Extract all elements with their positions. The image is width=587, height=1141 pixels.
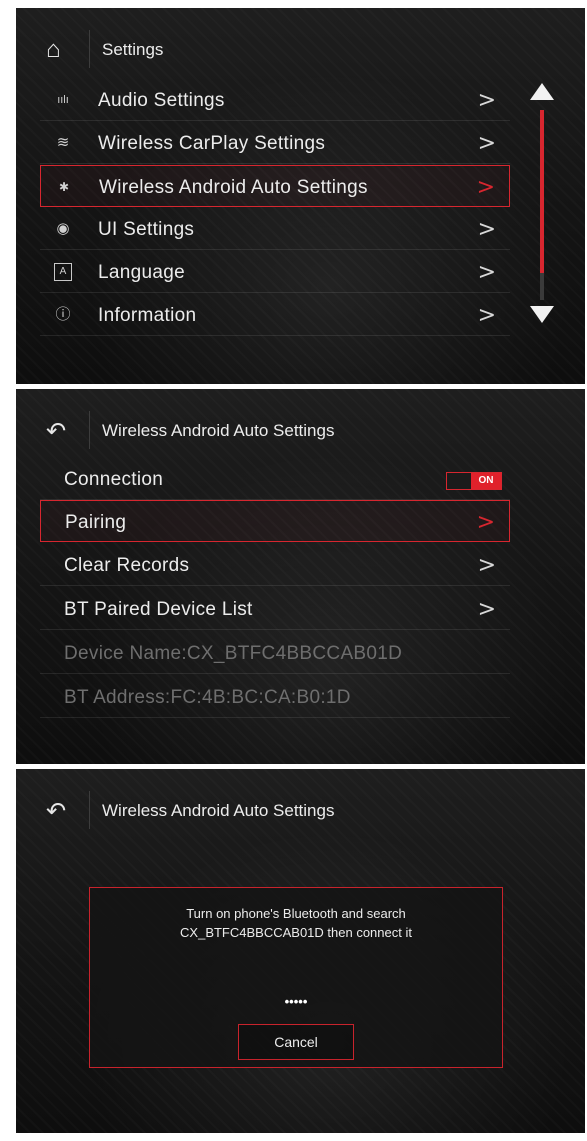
pairing-dialog-header: ↶ Wireless Android Auto Settings: [16, 769, 585, 839]
scrollbar[interactable]: [527, 78, 557, 328]
language-icon: A: [54, 263, 72, 281]
instruction-line-2: CX_BTFC4BBCCAB01D then connect it: [180, 925, 412, 940]
palette-icon: ◉: [56, 220, 70, 237]
bt-address-row: BT Address:FC:4B:BC:CA:B0:1D: [40, 676, 510, 718]
bt-address-value: BT Address:FC:4B:BC:CA:B0:1D: [64, 687, 351, 708]
connection-row: Connection ON: [40, 458, 510, 500]
connection-label: Connection: [64, 469, 164, 490]
chevron-right-icon: >: [476, 175, 495, 200]
header-divider: [89, 411, 90, 449]
pairing-label: Pairing: [65, 512, 127, 533]
device-name-row: Device Name:CX_BTFC4BBCCAB01D: [40, 632, 510, 674]
scroll-thumb[interactable]: [540, 110, 544, 273]
android-auto-settings-screen: ↶ Wireless Android Auto Settings Connect…: [16, 389, 585, 764]
settings-screen: ⌂ Settings ıılı Audio Settings > ≋ Wirel…: [16, 8, 585, 384]
bt-paired-device-list-row[interactable]: BT Paired Device List >: [40, 588, 510, 630]
chevron-right-icon: >: [477, 303, 496, 328]
android-auto-header: ↶ Wireless Android Auto Settings: [16, 389, 585, 459]
menu-item-language[interactable]: A Language >: [40, 251, 510, 293]
chevron-right-icon: >: [477, 88, 496, 113]
device-name-value: Device Name:CX_BTFC4BBCCAB01D: [64, 643, 403, 664]
menu-item-label: Information: [98, 305, 197, 326]
chevron-right-icon: >: [477, 260, 496, 285]
clear-records-row[interactable]: Clear Records >: [40, 544, 510, 586]
menu-item-label: Wireless Android Auto Settings: [99, 177, 368, 198]
pairing-row[interactable]: Pairing >: [40, 500, 510, 542]
pairing-dialog: Turn on phone's Bluetooth and search CX_…: [89, 887, 503, 1068]
instruction-line-1: Turn on phone's Bluetooth and search: [186, 906, 406, 921]
menu-item-ui-settings[interactable]: ◉ UI Settings >: [40, 208, 510, 250]
header-divider: [89, 791, 90, 829]
toggle-on-label: ON: [471, 473, 501, 489]
chevron-right-icon: >: [477, 597, 496, 622]
back-arrow-icon[interactable]: ↶: [46, 417, 76, 447]
audio-icon: ıılı: [57, 94, 69, 106]
menu-item-label: Wireless CarPlay Settings: [98, 133, 326, 154]
menu-item-label: UI Settings: [98, 219, 195, 240]
bt-paired-device-list-label: BT Paired Device List: [64, 599, 253, 620]
cancel-button[interactable]: Cancel: [238, 1024, 354, 1060]
menu-item-label: Audio Settings: [98, 90, 225, 111]
info-icon: ⓘ: [55, 306, 71, 323]
scroll-down-arrow-icon[interactable]: [530, 306, 554, 323]
menu-item-wireless-android-auto-settings[interactable]: ✱ Wireless Android Auto Settings >: [40, 165, 510, 207]
menu-item-label: Language: [98, 262, 185, 283]
header-divider: [89, 30, 90, 68]
back-arrow-icon[interactable]: ↶: [46, 797, 76, 827]
menu-item-information[interactable]: ⓘ Information >: [40, 294, 510, 336]
page-title: Wireless Android Auto Settings: [102, 421, 335, 440]
connection-toggle[interactable]: ON: [446, 472, 502, 490]
pairing-instructions: Turn on phone's Bluetooth and search CX_…: [100, 904, 492, 942]
menu-item-audio-settings[interactable]: ıılı Audio Settings >: [40, 79, 510, 121]
chevron-right-icon: >: [477, 217, 496, 242]
scroll-up-arrow-icon[interactable]: [530, 83, 554, 100]
bluetooth-icon: ✱: [58, 180, 70, 194]
menu-item-wireless-carplay-settings[interactable]: ≋ Wireless CarPlay Settings >: [40, 122, 510, 164]
pairing-dialog-screen: ↶ Wireless Android Auto Settings Turn on…: [16, 769, 585, 1133]
progress-indicator: •••••: [284, 994, 308, 1009]
page-title: Wireless Android Auto Settings: [102, 801, 335, 820]
page-title: Settings: [102, 40, 164, 59]
chevron-right-icon: >: [476, 510, 495, 535]
home-icon[interactable]: ⌂: [46, 36, 76, 66]
chevron-right-icon: >: [477, 131, 496, 156]
settings-header: ⌂ Settings: [16, 8, 585, 78]
clear-records-label: Clear Records: [64, 555, 190, 576]
wifi-icon: ≋: [56, 134, 70, 151]
chevron-right-icon: >: [477, 553, 496, 578]
